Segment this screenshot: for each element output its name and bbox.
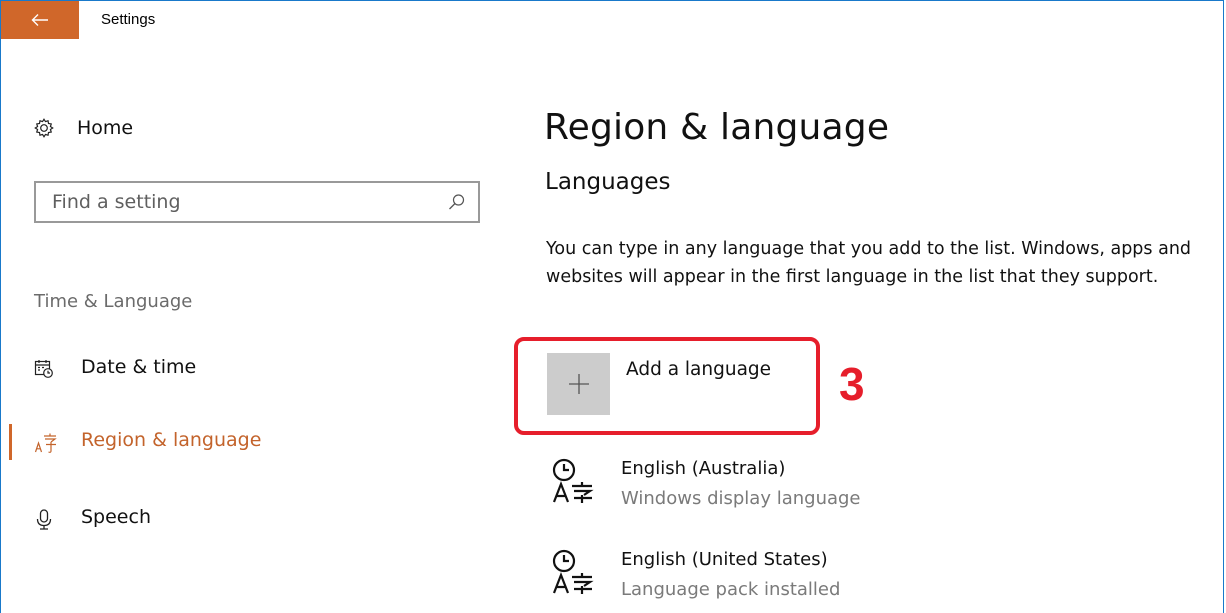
- language-pack-icon: [552, 458, 594, 503]
- back-arrow-icon: [31, 14, 48, 26]
- plus-tile: [547, 353, 610, 415]
- plus-icon: [568, 374, 589, 394]
- language-item-english-australia[interactable]: English (Australia) Windows display lang…: [548, 456, 1108, 520]
- language-item-english-united-states[interactable]: English (United States) Language pack in…: [548, 547, 1108, 611]
- sidebar-item-label: Region & language: [81, 429, 262, 451]
- sidebar-item-speech[interactable]: Speech: [1, 501, 481, 537]
- section-heading: Time & Language: [34, 291, 193, 312]
- sidebar-home-label: Home: [77, 117, 134, 139]
- sidebar-item-date-time[interactable]: Date & time: [1, 351, 481, 387]
- language-name: English (Australia): [621, 458, 786, 479]
- languages-heading: Languages: [545, 169, 671, 195]
- search-box[interactable]: [34, 181, 480, 223]
- gear-icon: [34, 118, 54, 138]
- language-pack-icon: [552, 549, 594, 594]
- annotation-step-number: 3: [839, 358, 865, 410]
- languages-description: You can type in any language that you ad…: [546, 239, 1192, 287]
- sidebar-item-label: Speech: [81, 506, 151, 528]
- back-button[interactable]: [1, 1, 79, 39]
- add-language-button[interactable]: Add a language: [547, 353, 807, 417]
- search-input[interactable]: [36, 183, 436, 221]
- sidebar-item-region-language[interactable]: Region & language: [1, 424, 481, 460]
- microphone-icon: [36, 509, 52, 530]
- language-status: Language pack installed: [621, 579, 841, 600]
- language-status: Windows display language: [621, 488, 861, 509]
- calendar-clock-icon: [34, 360, 53, 378]
- sidebar-item-label: Date & time: [81, 356, 197, 378]
- language-name: English (United States): [621, 549, 828, 570]
- window-title: Settings: [101, 11, 156, 28]
- settings-window: Settings Home Time & Language: [0, 0, 1224, 613]
- page-title: Region & language: [544, 107, 890, 148]
- search-icon[interactable]: [448, 193, 466, 211]
- sidebar-home[interactable]: Home: [33, 117, 133, 139]
- add-language-label: Add a language: [626, 359, 772, 380]
- language-icon: [34, 433, 57, 453]
